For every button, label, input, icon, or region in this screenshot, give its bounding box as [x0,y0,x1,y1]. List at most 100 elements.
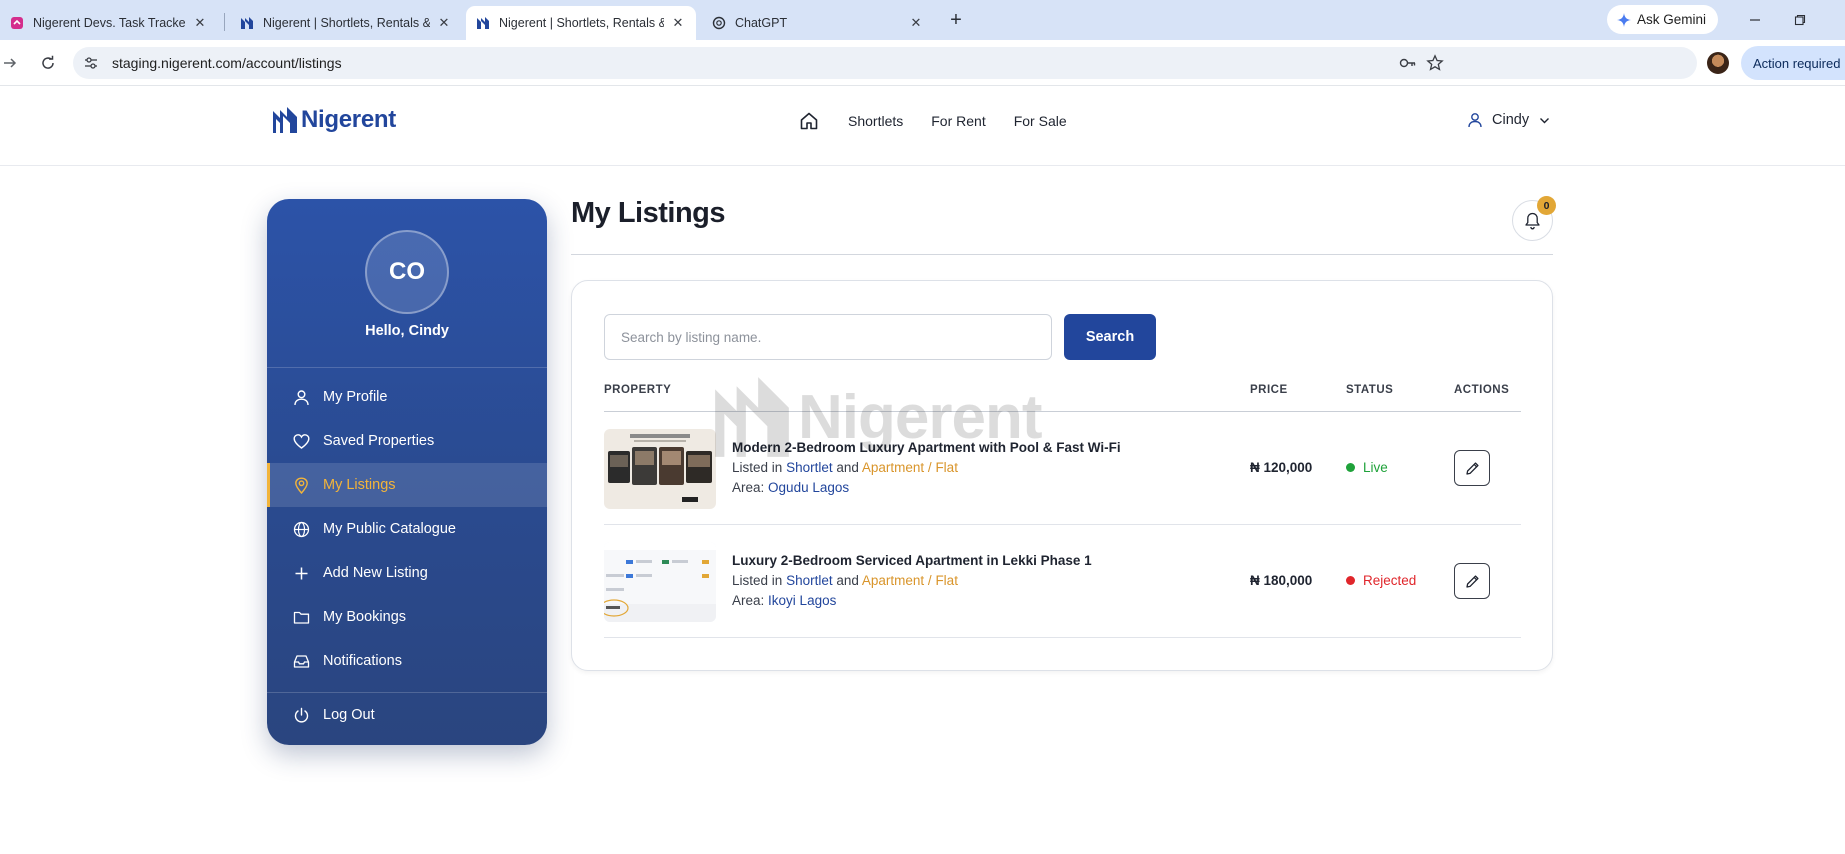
gemini-sparkle-icon [1617,12,1631,27]
listing-price: ₦ 180,000 [1250,573,1313,588]
ask-gemini-button[interactable]: Ask Gemini [1607,5,1719,34]
listing-title[interactable]: Luxury 2-Bedroom Serviced Apartment in L… [732,553,1092,568]
logout-button[interactable]: Log Out [267,693,547,737]
table-row: Luxury 2-Bedroom Serviced Apartment in L… [604,525,1521,638]
listing-title[interactable]: Modern 2-Bedroom Luxury Apartment with P… [732,440,1121,455]
folder-icon [292,608,310,626]
title-divider [571,254,1553,255]
user-menu[interactable]: Cindy [1467,112,1550,128]
bell-icon [1525,212,1540,229]
tab-separator [224,13,225,31]
listing-area-line: Area: Ogudu Lagos [732,480,849,495]
listing-category: Shortlet [786,460,833,475]
listing-joiner: and [836,460,859,475]
sidebar-item-saved-properties[interactable]: Saved Properties [267,419,547,463]
listing-category: Shortlet [786,573,833,588]
chatgpt-icon [712,16,726,30]
sidebar-item-my-public-catalogue[interactable]: My Public Catalogue [267,507,547,551]
listings-card: Search PROPERTY PRICE STATUS ACTIONS Mod… [571,280,1553,671]
browser-tab-bar: Nigerent Devs. Task Tracker : *M ✕ Niger… [0,0,1845,40]
area-prefix: Area: [732,480,765,495]
status-dot [1346,463,1355,472]
column-header-price: PRICE [1250,384,1288,396]
listing-area-line: Area: Ikoyi Lagos [732,593,836,608]
globe-icon [292,520,310,538]
browser-profile-avatar[interactable] [1707,52,1729,74]
greeting: Hello, Cindy [365,323,449,339]
nigerent-logo-mark-icon [273,107,297,133]
logo-text: Nigerent [301,106,396,133]
home-icon[interactable] [798,110,820,132]
sidebar-item-label: My Public Catalogue [323,521,456,537]
search-button[interactable]: Search [1064,314,1156,360]
browser-tab[interactable]: Nigerent | Shortlets, Rentals & F ✕ [230,6,462,40]
site-settings-icon[interactable] [83,55,99,71]
area-prefix: Area: [732,593,765,608]
clickup-icon [10,16,24,30]
new-tab-button[interactable]: + [944,8,968,32]
nigerent-icon [240,16,254,30]
sidebar-item-notifications[interactable]: Notifications [267,639,547,683]
reload-icon[interactable] [38,53,58,73]
sidebar-divider [267,367,547,368]
column-header-property: PROPERTY [604,384,672,396]
nav-shortlets[interactable]: Shortlets [848,113,903,129]
status-badge: Rejected [1346,573,1416,588]
nigerent-logo[interactable]: Nigerent [272,106,396,134]
listing-area: Ogudu Lagos [768,480,850,495]
tab-label: Nigerent | Shortlets, Rentals & F [499,16,664,30]
browser-toolbar: staging.nigerent.com/account/listings Ac… [0,40,1845,86]
address-bar[interactable]: staging.nigerent.com/account/listings [73,47,1697,79]
listed-in-prefix: Listed in [732,460,783,475]
action-required-button[interactable]: Action required [1741,46,1845,80]
close-icon[interactable]: ✕ [436,15,452,31]
sidebar-item-my-profile[interactable]: My Profile [267,375,547,419]
password-key-icon[interactable] [1399,55,1417,76]
close-icon[interactable]: ✕ [192,15,208,31]
listing-type: Apartment / Flat [861,573,958,588]
browser-tab[interactable]: ChatGPT ✕ [702,6,934,40]
browser-tab-active[interactable]: Nigerent | Shortlets, Rentals & F ✕ [466,6,696,40]
listing-thumbnail[interactable] [604,542,716,622]
sidebar-item-add-new-listing[interactable]: Add New Listing [267,551,547,595]
inbox-icon [292,652,310,670]
listed-in-prefix: Listed in [732,573,783,588]
listing-type: Apartment / Flat [861,460,958,475]
status-text: Live [1363,460,1388,475]
close-icon[interactable]: ✕ [670,15,686,31]
tab-label: Nigerent Devs. Task Tracker : *M [33,16,186,30]
tab-label: ChatGPT [735,16,788,30]
column-header-status: STATUS [1346,384,1394,396]
table-row: Modern 2-Bedroom Luxury Apartment with P… [604,412,1521,525]
sidebar-item-label: My Profile [323,389,388,405]
minimize-icon[interactable] [1743,8,1767,32]
search-input[interactable] [604,314,1052,360]
sidebar-item-my-bookings[interactable]: My Bookings [267,595,547,639]
sidebar-item-label: Add New Listing [323,565,428,581]
status-text: Rejected [1363,573,1417,588]
edit-listing-button[interactable] [1454,563,1490,599]
heart-icon [292,432,310,450]
close-icon[interactable]: ✕ [908,15,924,31]
browser-tab[interactable]: Nigerent Devs. Task Tracker : *M ✕ [0,6,218,40]
edit-listing-button[interactable] [1454,450,1490,486]
nav-for-rent[interactable]: For Rent [931,113,985,129]
listing-category-line: Listed in Shortlet and Apartment / Flat [732,573,958,588]
sidebar-item-label: My Listings [323,477,396,493]
avatar: CO [365,230,449,314]
restore-icon[interactable] [1788,8,1812,32]
plus-icon [292,564,310,582]
listing-area: Ikoyi Lagos [768,593,837,608]
listing-price: ₦ 120,000 [1250,460,1313,475]
bookmark-star-icon[interactable] [1426,54,1444,77]
forward-icon[interactable] [0,53,20,73]
location-pin-icon [292,476,310,494]
sidebar-item-my-listings[interactable]: My Listings [267,463,547,507]
nav-for-sale[interactable]: For Sale [1014,113,1067,129]
url-text: staging.nigerent.com/account/listings [112,55,342,71]
ask-gemini-label: Ask Gemini [1637,12,1707,27]
pencil-icon [1465,574,1479,588]
column-header-actions: ACTIONS [1454,384,1510,396]
listing-thumbnail[interactable] [604,429,716,509]
site-header: Nigerent Shortlets For Rent For Sale Cin… [0,86,1845,166]
